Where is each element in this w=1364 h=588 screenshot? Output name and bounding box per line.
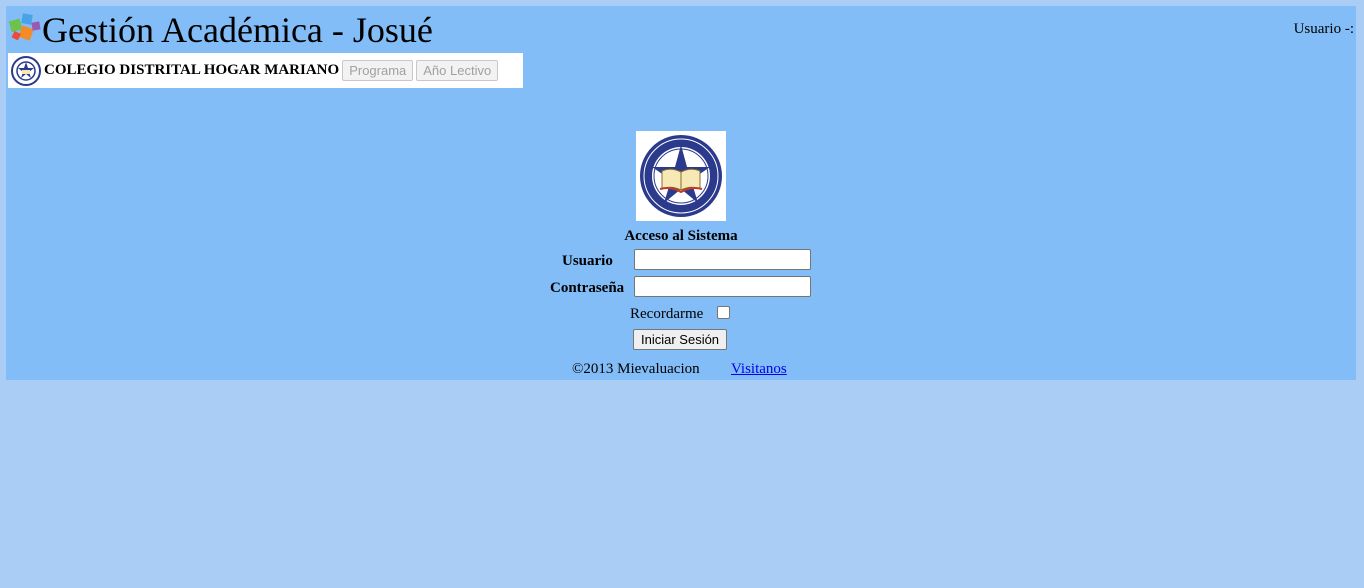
colored-cubes-icon [8, 13, 41, 41]
main-panel: Gestión Académica - Josué Usuario -: COL… [6, 6, 1356, 380]
remember-checkbox[interactable] [717, 306, 730, 319]
app-title: Gestión Académica - Josué [42, 10, 433, 50]
username-label: Usuario [562, 253, 613, 269]
remember-label: Recordarme [630, 306, 704, 322]
password-label: Contraseña [550, 280, 625, 296]
school-seal-icon [11, 55, 41, 86]
password-input[interactable] [634, 276, 811, 297]
school-emblem-icon [636, 131, 726, 221]
copyright-text: ©2013 Mievaluacion [572, 361, 700, 377]
menu-ano-lectivo-button[interactable]: Año Lectivo [416, 60, 499, 81]
school-name: COLEGIO DISTRITAL HOGAR MARIANO [44, 62, 340, 78]
visitanos-link[interactable]: Visitanos [731, 360, 787, 378]
username-input[interactable] [634, 249, 811, 270]
login-button[interactable]: Iniciar Sesión [633, 329, 728, 350]
user-status-label: Usuario -: [1293, 21, 1354, 37]
menu-programa-button[interactable]: Programa [342, 60, 414, 81]
login-title: Acceso al Sistema [624, 228, 738, 244]
school-bar: COLEGIO DISTRITAL HOGAR MARIANO Programa… [8, 53, 523, 88]
